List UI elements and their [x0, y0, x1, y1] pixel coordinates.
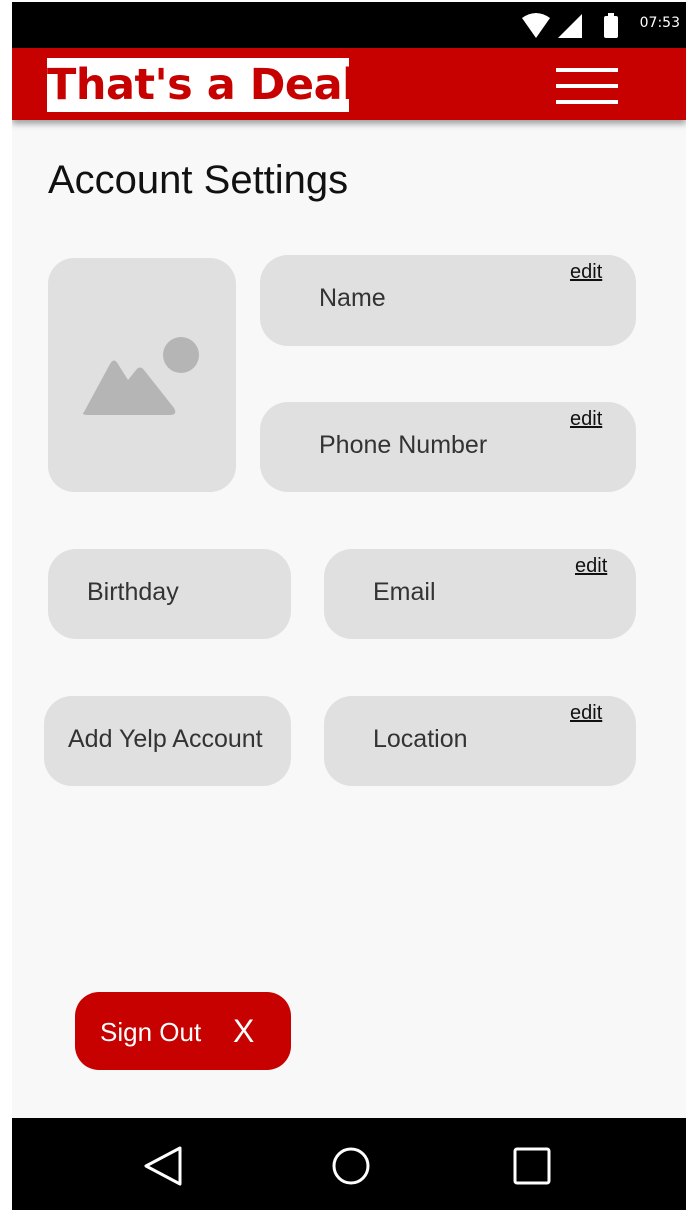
add-yelp-account-label: Add Yelp Account: [68, 725, 263, 753]
birthday-label: Birthday: [87, 578, 179, 606]
hamburger-menu-icon[interactable]: [556, 68, 618, 104]
phone-number-edit-link[interactable]: edit: [570, 408, 602, 431]
signal-icon: [558, 14, 582, 38]
add-yelp-account-field[interactable]: Add Yelp Account: [44, 696, 291, 786]
name-edit-link[interactable]: edit: [570, 261, 602, 284]
birthday-field[interactable]: Birthday: [48, 549, 291, 639]
location-label: Location: [373, 725, 468, 753]
location-field[interactable]: Location edit: [324, 696, 636, 786]
device-screen: 07:53 That's a Deal Account Settings Nam…: [12, 2, 686, 1210]
location-edit-link[interactable]: edit: [570, 702, 602, 725]
back-icon[interactable]: [142, 1144, 186, 1188]
app-bar: That's a Deal: [12, 48, 686, 120]
status-bar: 07:53: [12, 2, 686, 48]
status-icons: [522, 13, 618, 38]
image-placeholder-icon: [82, 337, 199, 415]
email-field[interactable]: Email edit: [324, 549, 636, 639]
battery-icon: [604, 13, 618, 38]
page-title: Account Settings: [48, 158, 349, 202]
phone-number-label: Phone Number: [319, 431, 488, 459]
app-logo[interactable]: That's a Deal: [47, 58, 357, 112]
status-time: 07:53: [639, 15, 680, 31]
close-icon: X: [233, 1013, 255, 1049]
sign-out-label: Sign Out: [100, 1017, 202, 1047]
wifi-icon: [522, 13, 550, 38]
phone-number-field[interactable]: Phone Number edit: [260, 402, 636, 492]
email-edit-link[interactable]: edit: [575, 555, 607, 578]
sign-out-button[interactable]: Sign Out X: [75, 992, 291, 1070]
home-icon[interactable]: [329, 1144, 373, 1188]
avatar[interactable]: [48, 258, 236, 492]
name-label: Name: [319, 284, 386, 312]
recents-icon[interactable]: [510, 1144, 554, 1188]
email-label: Email: [373, 578, 436, 606]
name-field[interactable]: Name edit: [260, 255, 636, 346]
navigation-bar: [12, 1118, 686, 1210]
